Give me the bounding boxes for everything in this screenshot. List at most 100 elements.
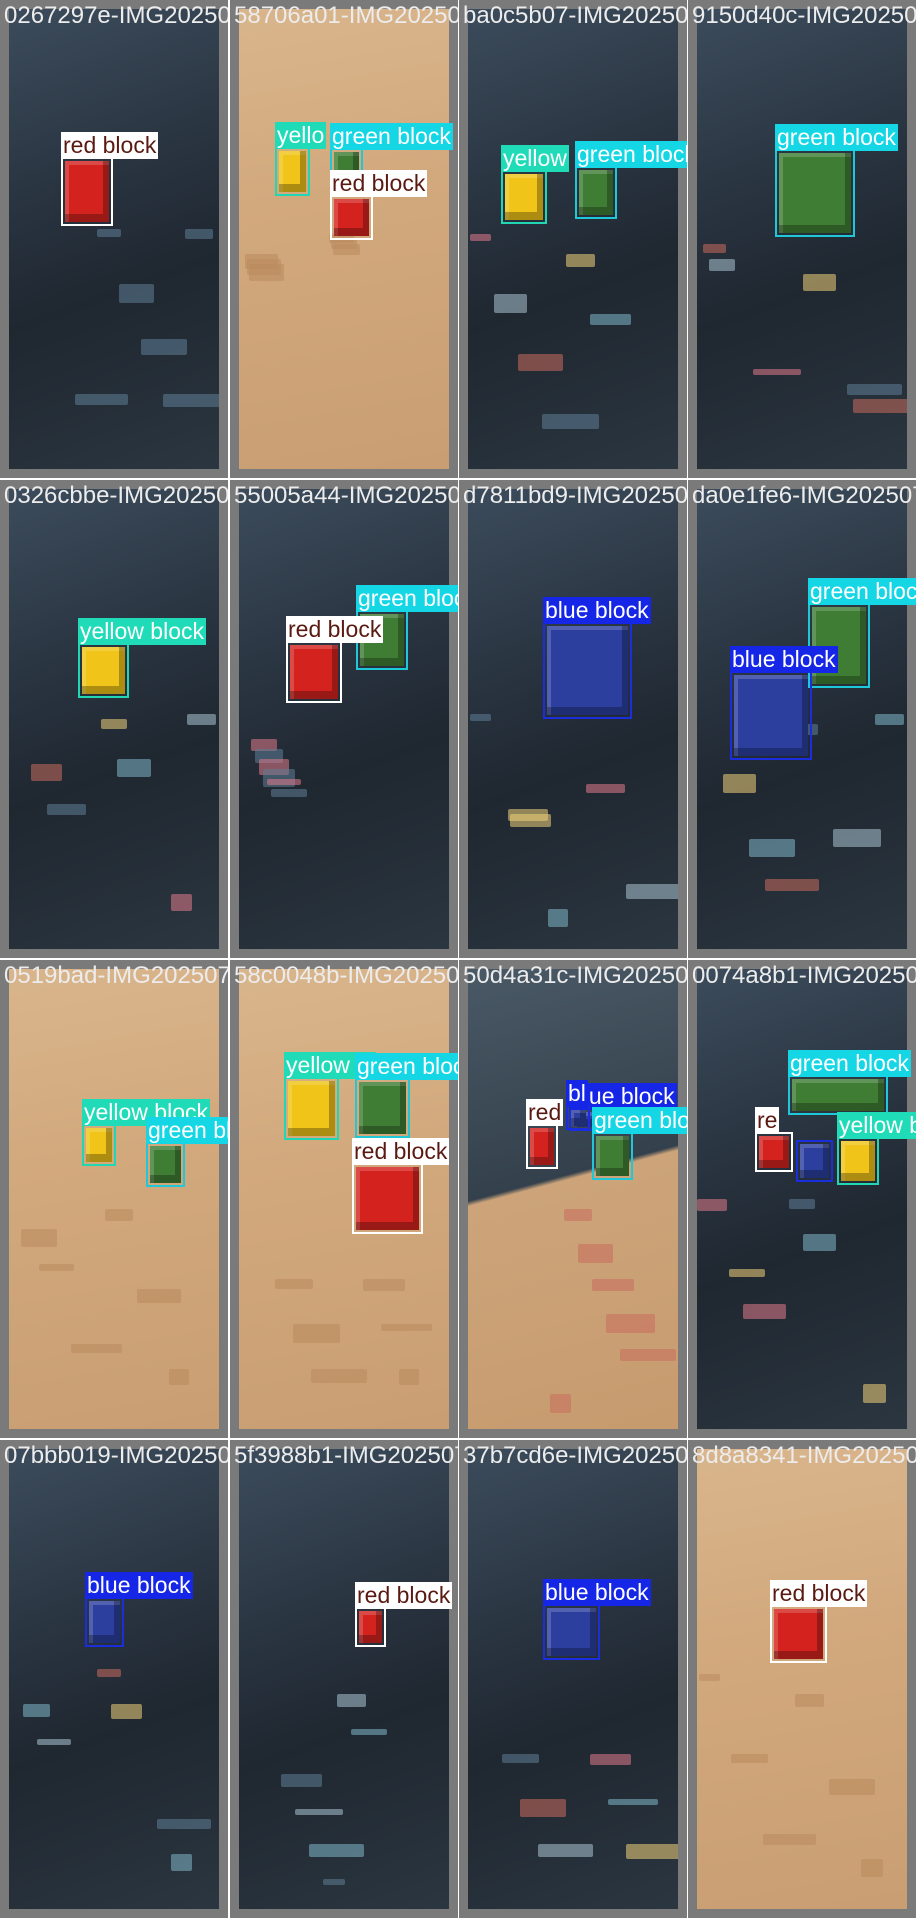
bounding-box: red block	[352, 1138, 450, 1234]
detection-label: red block	[286, 616, 384, 643]
scene-detail	[518, 354, 563, 371]
scene-detail	[626, 884, 678, 899]
scene-detail	[470, 234, 491, 241]
bounding-box: red block	[330, 170, 428, 240]
detection-label: red block	[330, 170, 428, 197]
image-tile: 0519bad-IMG20250706100504-jpgyellow bloc…	[0, 960, 228, 1438]
scene-detail	[97, 229, 121, 237]
scene-detail	[520, 1799, 566, 1817]
detection-label: red block	[355, 1582, 453, 1609]
bounding-box: green block	[788, 1050, 911, 1115]
scene-detail	[578, 1244, 613, 1263]
scene-detail	[510, 814, 551, 827]
detection-label: bl	[566, 1080, 588, 1107]
scene-detail	[21, 1229, 57, 1247]
scene-detail	[470, 714, 491, 721]
image-tile: ba0c5b07-IMG20250706101516-jpgyellowgree…	[459, 0, 687, 478]
tile-photo	[9, 489, 219, 949]
scene-detail	[586, 784, 625, 793]
scene-detail	[47, 804, 86, 815]
bounding-box: green block	[775, 124, 898, 237]
tile-photo	[239, 1449, 449, 1909]
detection-label: green block	[808, 578, 916, 605]
image-tile: 50d4a31c-IMG20250706100458-jpgblue block…	[459, 960, 687, 1438]
detection-label: red	[526, 1099, 564, 1126]
bounding-box: re	[755, 1107, 793, 1172]
detection-label: blue block	[85, 1572, 193, 1599]
scene-detail	[111, 1704, 142, 1719]
scene-detail	[399, 1369, 419, 1385]
scene-detail	[117, 759, 151, 777]
bounding-box: red block	[286, 616, 384, 703]
bounding-box: blue block	[85, 1572, 193, 1647]
scene-detail	[592, 1279, 634, 1291]
detection-label: yello	[275, 122, 327, 149]
tile-photo	[468, 969, 678, 1429]
scene-detail	[245, 254, 278, 269]
bounding-box: green block	[146, 1117, 228, 1187]
scene-detail	[187, 714, 216, 725]
image-tile: 0074a8b1-IMG20250706101018-jpggreen bloc…	[688, 960, 916, 1438]
scene-detail	[590, 314, 631, 325]
bounding-box	[796, 1140, 833, 1182]
scene-detail	[323, 1879, 345, 1885]
detection-label: green block	[355, 1053, 458, 1080]
detection-label: red block	[770, 1580, 868, 1607]
scene-detail	[71, 1344, 122, 1353]
scene-detail	[185, 229, 213, 239]
bounding-box: red block	[61, 132, 159, 226]
scene-detail	[271, 789, 307, 797]
scene-detail	[293, 1324, 340, 1343]
bounding-box: bl	[566, 1080, 590, 1130]
scene-detail	[23, 1704, 50, 1717]
detection-label: green block	[775, 124, 898, 151]
tile-photo	[239, 489, 449, 949]
bounding-box: red block	[355, 1582, 453, 1647]
scene-detail	[803, 274, 836, 291]
image-tile: 58c0048b-IMG20250706101431-jpgyellow blg…	[230, 960, 458, 1438]
scene-detail	[697, 1199, 727, 1211]
tile-photo	[697, 1449, 907, 1909]
image-tile: 58706a01-IMG20250706101555-jpgyellogreen…	[230, 0, 458, 478]
bounding-box: yellow bl	[284, 1052, 377, 1140]
scene-detail	[37, 1739, 71, 1745]
scene-detail	[281, 1774, 322, 1787]
scene-detail	[337, 1694, 366, 1707]
bounding-box: yello	[275, 122, 327, 196]
scene-detail	[363, 1279, 405, 1291]
image-tile: 5f3988b1-IMG20250706101033-jpgred block	[230, 1440, 458, 1918]
scene-detail	[753, 369, 801, 375]
scene-detail	[606, 1314, 655, 1333]
scene-detail	[875, 714, 904, 725]
scene-detail	[39, 1264, 74, 1271]
image-tile: 9150d40c-IMG20250706101002-jpggreen bloc…	[688, 0, 916, 478]
image-tile: 55005a44-IMG20250706101154-jpggreen bloc…	[230, 480, 458, 958]
scene-detail	[608, 1799, 658, 1805]
image-tile: 0326cbbe-IMG20250706101040-jpgyellow blo…	[0, 480, 228, 958]
scene-detail	[723, 774, 756, 793]
scene-detail	[295, 1809, 343, 1815]
image-tile: d7811bd9-IMG20250706101137-jpgblue block	[459, 480, 687, 958]
scene-detail	[141, 339, 187, 355]
scene-detail	[847, 384, 902, 395]
scene-detail	[548, 909, 568, 927]
scene-detail	[833, 829, 881, 847]
detection-label: red block	[352, 1138, 450, 1165]
bounding-box: yellow block	[78, 618, 206, 698]
scene-detail	[795, 1694, 824, 1707]
detection-mosaic: 0267297e-IMG20250706101055-jpgred block5…	[0, 0, 916, 1920]
scene-detail	[743, 1304, 786, 1319]
scene-detail	[763, 1834, 816, 1845]
scene-detail	[550, 1394, 571, 1413]
detection-label: green block	[788, 1050, 911, 1077]
scene-detail	[351, 1729, 387, 1735]
scene-detail	[97, 1669, 121, 1677]
tile-photo	[468, 9, 678, 469]
scene-detail	[157, 1819, 211, 1829]
scene-detail	[171, 1854, 192, 1871]
bounding-box: green block	[355, 1053, 458, 1138]
scene-detail	[564, 1209, 592, 1221]
bounding-box: blue block	[543, 597, 651, 719]
scene-detail	[699, 1674, 720, 1681]
detection-label: blue block	[730, 646, 838, 673]
